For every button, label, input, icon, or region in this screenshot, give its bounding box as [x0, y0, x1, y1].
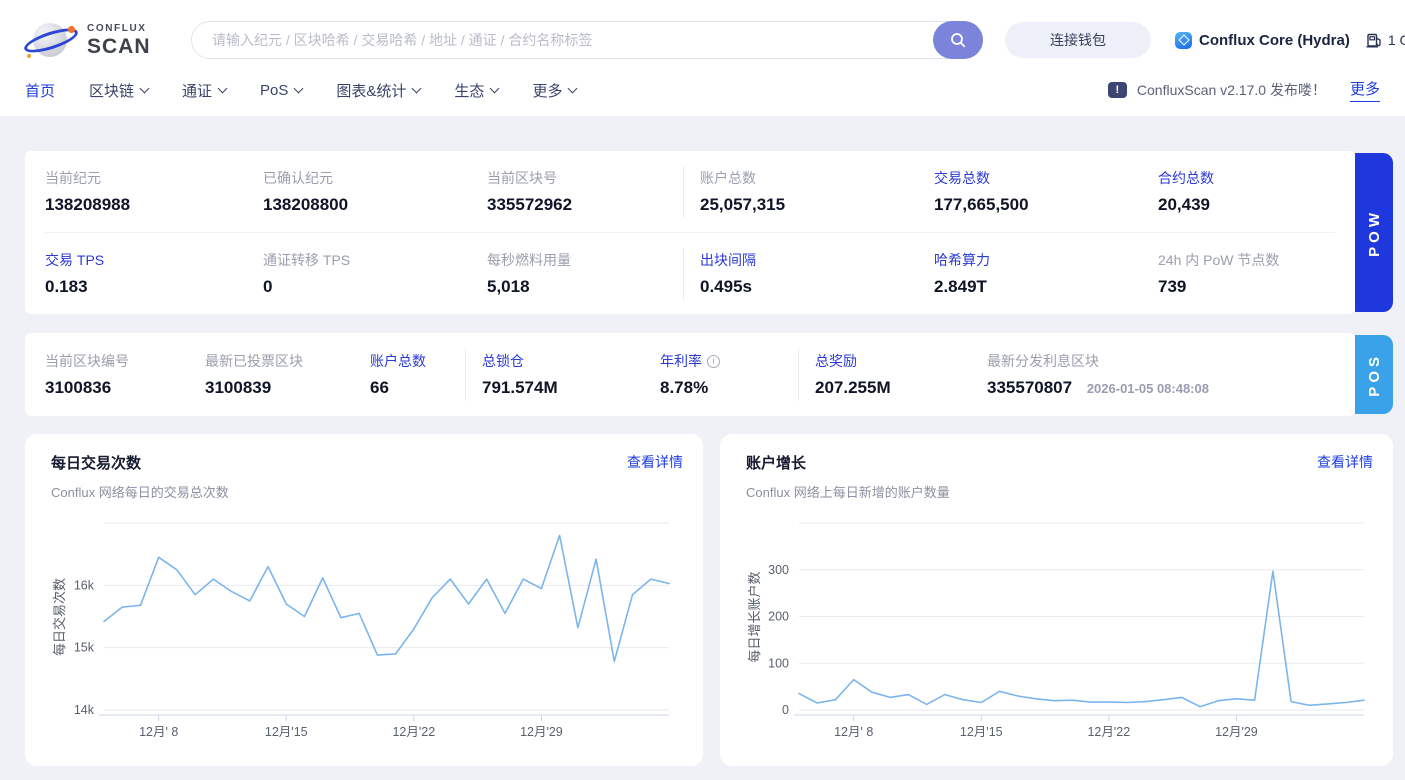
- nav-home[interactable]: 首页: [25, 80, 55, 101]
- main-nav: 首页 区块链 通证 PoS 图表&统计 生态 更多: [25, 80, 578, 101]
- search-icon: [951, 33, 966, 48]
- stat-total-accounts: 账户总数 25,057,315: [700, 168, 934, 215]
- search-input[interactable]: [192, 32, 982, 48]
- svg-text:12月'15: 12月'15: [960, 725, 1003, 739]
- nav-ecosystem[interactable]: 生态: [454, 80, 500, 101]
- announcement-more-link[interactable]: 更多: [1349, 78, 1380, 102]
- network-selector[interactable]: Conflux Core (Hydra): [1175, 31, 1350, 49]
- view-details-link[interactable]: 查看详情: [1317, 452, 1373, 472]
- gas-price-value: 1 Gdrip: [1387, 32, 1405, 48]
- account-growth-chart: 0 100 200 300 12月' 8 12月'15 12月'22 12月'29 每日增长账户…: [747, 522, 1365, 739]
- pow-tab[interactable]: POW: [1355, 153, 1393, 312]
- stat-block-interval: 出块间隔 0.495s: [700, 250, 934, 297]
- chevron-down-icon: [293, 83, 304, 93]
- stat-token-transfer-tps: 通证转移 TPS 0: [263, 252, 351, 296]
- svg-text:0: 0: [782, 703, 789, 717]
- stat-pow-nodes-24h: 24h 内 PoW 节点数 739: [1158, 252, 1280, 296]
- svg-text:12月'15: 12月'15: [265, 725, 308, 739]
- pos-panel: 当前区块编号 3100836 最新已投票区块 3100839 账户总数 66 总…: [25, 333, 1393, 416]
- nav-charts-statistics[interactable]: 图表&统计: [336, 80, 422, 101]
- interest-block-timestamp: 2026-01-05 08:48:08: [1086, 381, 1209, 396]
- logo-text-scan: SCAN: [87, 34, 151, 58]
- daily-transactions-card: 每日交易次数 Conflux 网络每日的交易总次数 查看详情 14k 15k 16k…: [25, 434, 703, 766]
- gas-pump-icon: [1366, 33, 1381, 48]
- pos-tab[interactable]: POS: [1355, 335, 1393, 414]
- svg-text:14k: 14k: [74, 703, 95, 717]
- chart-title: 每日交易次数: [51, 455, 142, 472]
- info-icon[interactable]: i: [707, 354, 720, 368]
- chart-subtitle: Conflux 网络上每日新增的账户数量: [746, 485, 950, 500]
- svg-text:12月'22: 12月'22: [392, 725, 435, 739]
- svg-text:200: 200: [768, 610, 789, 624]
- svg-text:15k: 15k: [74, 641, 95, 655]
- svg-text:12月' 8: 12月' 8: [139, 725, 178, 739]
- account-growth-card: 账户增长 Conflux 网络上每日新增的账户数量 查看详情 0 100 200 30…: [720, 434, 1393, 766]
- stat-hashrate: 哈希算力 2.849T: [934, 252, 990, 296]
- confluxscan-logo[interactable]: CONFLUX SCAN: [21, 20, 167, 60]
- gas-price-indicator[interactable]: 1 Gdrip: [1366, 32, 1405, 49]
- chevron-down-icon: [489, 83, 500, 93]
- svg-text:300: 300: [768, 563, 789, 577]
- svg-text:100: 100: [768, 656, 789, 670]
- pos-latest-interest-block: 最新分发利息区块 335570807 2026-01-05 08:48:08: [987, 353, 1209, 397]
- chart-title: 账户增长: [746, 455, 807, 472]
- connect-wallet-button[interactable]: 连接钱包: [1005, 22, 1151, 58]
- logo-text-conflux: CONFLUX: [87, 22, 147, 34]
- stat-current-epoch: 当前纪元 138208988: [45, 170, 131, 214]
- pos-current-block-number: 当前区块编号 3100836: [45, 353, 129, 397]
- svg-text:12月'22: 12月'22: [1087, 725, 1130, 739]
- chevron-down-icon: [568, 83, 578, 93]
- svg-text:16k: 16k: [74, 578, 95, 592]
- search-bar: [191, 21, 983, 59]
- pos-total-locked: 总锁仓 791.574M: [482, 351, 660, 398]
- svg-text:12月' 8: 12月' 8: [834, 725, 873, 739]
- top-header: CONFLUX SCAN 连接钱包 Conflux Core (Hydra): [0, 0, 1405, 116]
- chevron-down-icon: [139, 83, 150, 93]
- svg-text:12月'29: 12月'29: [1215, 725, 1258, 739]
- nav-blockchain[interactable]: 区块链: [89, 80, 150, 101]
- pos-apy: 年利率 i 8.78%: [660, 351, 815, 398]
- announcement-bar: ! ConfluxScan v2.17.0 发布喽！ 更多: [1107, 78, 1380, 102]
- planet-logo-icon: [21, 20, 81, 60]
- charts-row: 每日交易次数 Conflux 网络每日的交易总次数 查看详情 14k 15k 16k…: [25, 434, 1393, 766]
- dashboard: 当前纪元 138208988 已确认纪元 138208800 当前区块号 335…: [0, 151, 1405, 766]
- announcement-icon: !: [1107, 82, 1127, 98]
- svg-text:每日增长账户数: 每日增长账户数: [747, 571, 762, 662]
- nav-pos[interactable]: PoS: [260, 82, 304, 99]
- view-details-link[interactable]: 查看详情: [627, 452, 683, 472]
- svg-text:每日交易次数: 每日交易次数: [52, 578, 67, 656]
- pow-panel: 当前纪元 138208988 已确认纪元 138208800 当前区块号 335…: [25, 151, 1393, 314]
- daily-transactions-chart: 14k 15k 16k 12月' 8 12月'15 12月'22 12月'29 每日交易次数: [52, 522, 670, 739]
- network-name: Conflux Core (Hydra): [1199, 31, 1350, 49]
- search-button[interactable]: [933, 21, 983, 59]
- chart-subtitle: Conflux 网络每日的交易总次数: [51, 485, 229, 500]
- stat-gas-per-second: 每秒燃料用量 5,018: [487, 252, 571, 296]
- pos-latest-voted-block: 最新已投票区块 3100839: [205, 353, 303, 397]
- svg-text:12月'29: 12月'29: [520, 725, 563, 739]
- announcement-text: ConfluxScan v2.17.0 发布喽！: [1136, 82, 1326, 98]
- chevron-down-icon: [411, 83, 422, 93]
- nav-more[interactable]: 更多: [532, 80, 578, 101]
- stat-total-transactions: 交易总数 177,665,500: [934, 170, 1029, 214]
- nav-tokens[interactable]: 通证: [182, 80, 228, 101]
- stat-confirmed-epoch: 已确认纪元 138208800: [263, 170, 349, 214]
- stat-total-contracts: 合约总数 20,439: [1158, 170, 1214, 214]
- chevron-down-icon: [217, 83, 228, 93]
- stat-transaction-tps: 交易 TPS 0.183: [45, 252, 105, 296]
- stat-current-block-number: 当前区块号 335572962: [487, 170, 573, 214]
- conflux-network-icon: [1175, 31, 1192, 49]
- pos-total-reward: 总奖励 207.255M: [815, 351, 987, 398]
